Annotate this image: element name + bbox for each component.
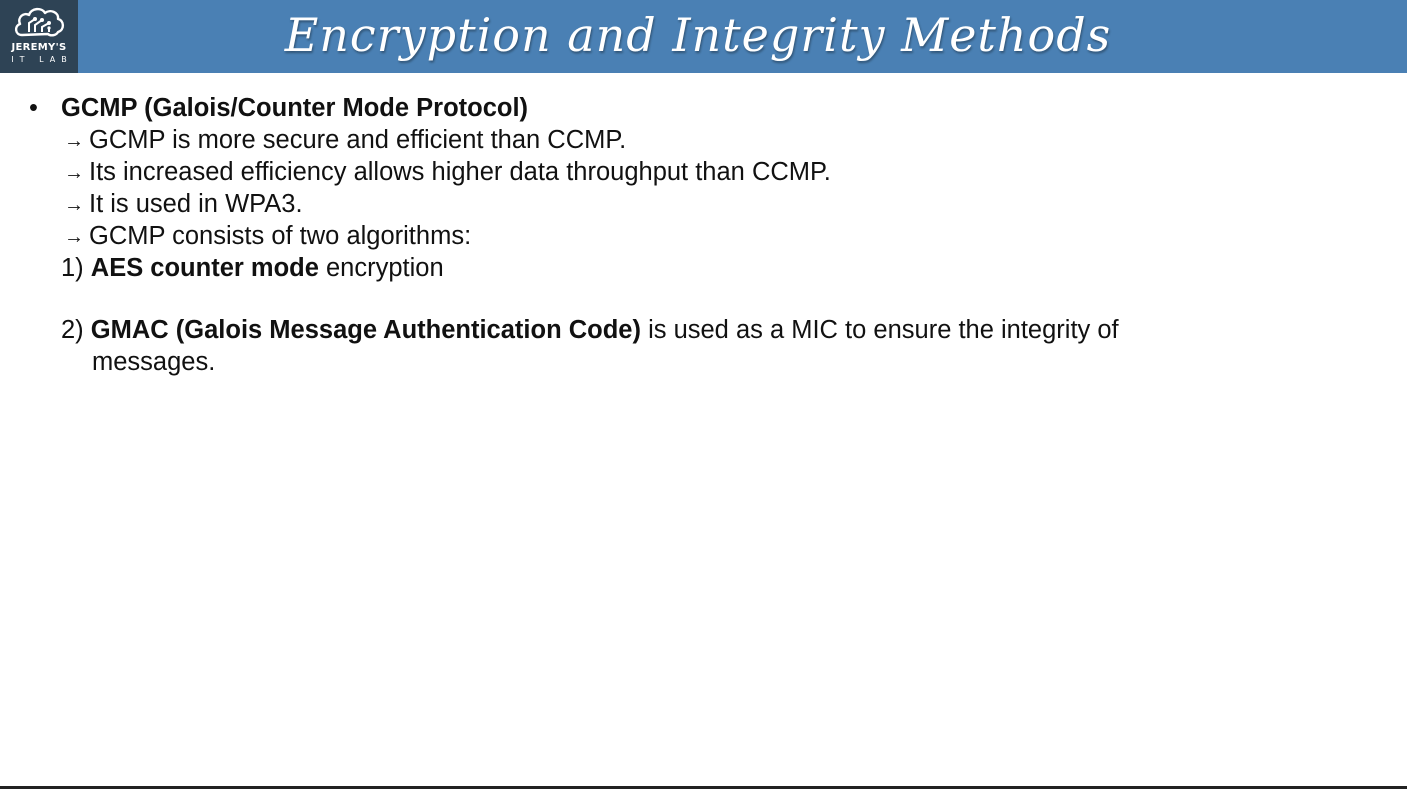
logo-text-bottom: IT LAB: [11, 55, 73, 64]
bullet-heading-text: GCMP (Galois/Counter Mode Protocol): [61, 94, 529, 122]
point-text: It is used in WPA3.: [89, 190, 303, 218]
algorithm-2: 2) GMAC (Galois Message Authentication C…: [61, 314, 1119, 346]
bullet-marker: •: [29, 94, 38, 122]
algorithm-description: encryption: [318, 254, 444, 282]
algorithm-name: AES counter mode: [90, 254, 319, 282]
algorithm-1: 1) AES counter mode encryption: [61, 252, 444, 284]
point-1: → GCMP is more secure and efficient than …: [64, 124, 626, 157]
brain-circuit-icon: [14, 7, 65, 37]
point-2: → Its increased efficiency allows higher …: [64, 156, 831, 189]
logo-text-top: JEREMY'S: [11, 42, 67, 53]
algorithm-name: GMAC (Galois Message Authentication Code…: [90, 316, 641, 344]
bullet-heading: GCMP (Galois/Counter Mode Protocol): [61, 92, 528, 124]
point-3: → It is used in WPA3.: [64, 188, 303, 221]
arrow-icon: →: [64, 194, 84, 216]
algorithm-description-continued: messages.: [92, 348, 216, 376]
arrow-icon: →: [64, 130, 84, 152]
algorithm-description: is used as a MIC to ensure the integrity…: [640, 316, 1119, 344]
logo: JEREMY'S IT LAB: [0, 0, 78, 73]
point-4: → GCMP consists of two algorithms:: [64, 220, 471, 253]
point-text: GCMP consists of two algorithms:: [89, 222, 472, 250]
algorithm-number: 2): [61, 316, 84, 344]
point-text: Its increased efficiency allows higher d…: [89, 158, 831, 186]
bullet-heading-line: •: [29, 92, 38, 124]
title-bar: JEREMY'S IT LAB Encryption and Integrity…: [0, 0, 1407, 73]
slide: JEREMY'S IT LAB Encryption and Integrity…: [0, 0, 1407, 789]
page-title: Encryption and Integrity Methods: [284, 8, 1112, 62]
algorithm-number: 1): [61, 254, 84, 282]
arrow-icon: →: [64, 226, 84, 248]
arrow-icon: →: [64, 162, 84, 184]
point-text: GCMP is more secure and efficient than C…: [89, 126, 627, 154]
algorithm-2-continuation: messages.: [92, 346, 215, 378]
